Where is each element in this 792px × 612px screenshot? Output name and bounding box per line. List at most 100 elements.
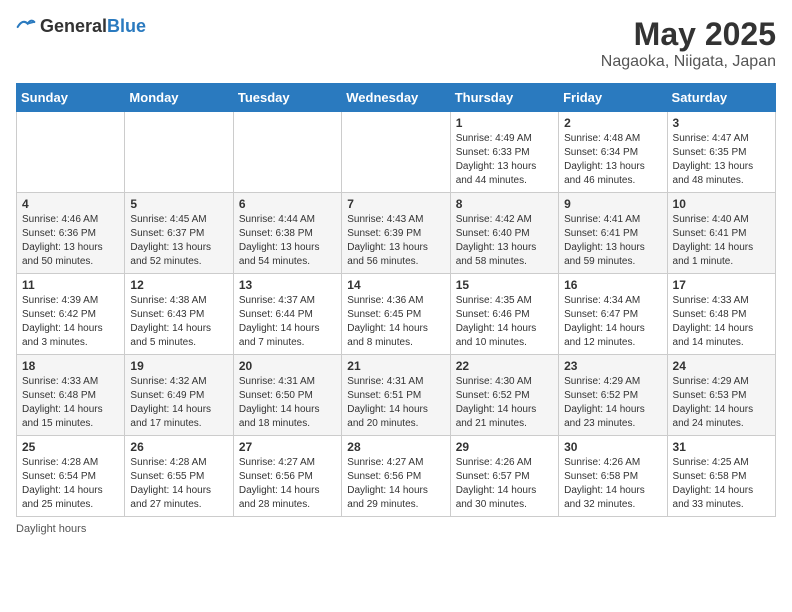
location-title: Nagaoka, Niigata, Japan	[601, 53, 776, 71]
calendar-cell: 21 Sunrise: 4:31 AM Sunset: 6:51 PM Dayli…	[342, 355, 450, 436]
weekday-header-friday: Friday	[559, 84, 667, 112]
day-number: 3	[673, 116, 770, 130]
day-number: 26	[130, 440, 227, 454]
day-info: Sunrise: 4:33 AM Sunset: 6:48 PM Dayligh…	[673, 294, 770, 350]
day-info: Sunrise: 4:26 AM Sunset: 6:58 PM Dayligh…	[564, 456, 661, 512]
day-info: Sunrise: 4:41 AM Sunset: 6:41 PM Dayligh…	[564, 213, 661, 269]
day-info: Sunrise: 4:40 AM Sunset: 6:41 PM Dayligh…	[673, 213, 770, 269]
day-number: 8	[456, 197, 553, 211]
calendar-cell: 2 Sunrise: 4:48 AM Sunset: 6:34 PM Daylig…	[559, 112, 667, 193]
title-block: May 2025 Nagaoka, Niigata, Japan	[601, 16, 776, 71]
day-number: 14	[347, 278, 444, 292]
day-number: 15	[456, 278, 553, 292]
day-info: Sunrise: 4:32 AM Sunset: 6:49 PM Dayligh…	[130, 375, 227, 431]
day-number: 21	[347, 359, 444, 373]
logo-icon	[16, 17, 36, 37]
day-info: Sunrise: 4:29 AM Sunset: 6:52 PM Dayligh…	[564, 375, 661, 431]
calendar-cell: 29Sunrise: 4:26 AM Sunset: 6:57 PM Dayli…	[450, 436, 558, 517]
calendar-cell: 10 Sunrise: 4:40 AM Sunset: 6:41 PM Dayli…	[667, 193, 775, 274]
day-number: 17	[673, 278, 770, 292]
calendar-cell: 28 Sunrise: 4:27 AM Sunset: 6:56 PM Dayli…	[342, 436, 450, 517]
day-info: Sunrise: 4:31 AM Sunset: 6:50 PM Dayligh…	[239, 375, 336, 431]
day-info: Sunrise: 4:39 AM Sunset: 6:42 PM Dayligh…	[22, 294, 119, 350]
day-number: 29	[456, 440, 553, 454]
calendar-cell: 31Sunrise: 4:25 AM Sunset: 6:58 PM Dayli…	[667, 436, 775, 517]
day-info: Sunrise: 4:28 AM Sunset: 6:54 PM Dayligh…	[22, 456, 119, 512]
calendar-week-4: 18 Sunrise: 4:33 AM Sunset: 6:48 PM Dayli…	[17, 355, 776, 436]
day-info: Sunrise: 4:31 AM Sunset: 6:51 PM Dayligh…	[347, 375, 444, 431]
calendar-cell	[233, 112, 341, 193]
day-number: 31	[673, 440, 770, 454]
calendar-week-3: 11 Sunrise: 4:39 AM Sunset: 6:42 PM Dayli…	[17, 274, 776, 355]
calendar-cell: 7Sunrise: 4:43 AM Sunset: 6:39 PM Daylig…	[342, 193, 450, 274]
day-number: 18	[22, 359, 119, 373]
day-info: Sunrise: 4:46 AM Sunset: 6:36 PM Dayligh…	[22, 213, 119, 269]
day-info: Sunrise: 4:38 AM Sunset: 6:43 PM Dayligh…	[130, 294, 227, 350]
day-number: 25	[22, 440, 119, 454]
calendar-cell: 15 Sunrise: 4:35 AM Sunset: 6:46 PM Dayli…	[450, 274, 558, 355]
day-number: 10	[673, 197, 770, 211]
day-number: 11	[22, 278, 119, 292]
calendar-cell: 16 Sunrise: 4:34 AM Sunset: 6:47 PM Dayli…	[559, 274, 667, 355]
logo-general-text: General	[40, 16, 107, 36]
calendar-week-2: 4 Sunrise: 4:46 AM Sunset: 6:36 PM Daylig…	[17, 193, 776, 274]
day-number: 12	[130, 278, 227, 292]
day-info: Sunrise: 4:49 AM Sunset: 6:33 PM Dayligh…	[456, 132, 553, 188]
month-title: May 2025	[601, 16, 776, 53]
calendar-cell: 1 Sunrise: 4:49 AM Sunset: 6:33 PM Daylig…	[450, 112, 558, 193]
day-info: Sunrise: 4:48 AM Sunset: 6:34 PM Dayligh…	[564, 132, 661, 188]
day-info: Sunrise: 4:37 AM Sunset: 6:44 PM Dayligh…	[239, 294, 336, 350]
day-number: 16	[564, 278, 661, 292]
day-number: 2	[564, 116, 661, 130]
day-info: Sunrise: 4:34 AM Sunset: 6:47 PM Dayligh…	[564, 294, 661, 350]
day-number: 7	[347, 197, 444, 211]
calendar-week-1: 1 Sunrise: 4:49 AM Sunset: 6:33 PM Daylig…	[17, 112, 776, 193]
day-info: Sunrise: 4:36 AM Sunset: 6:45 PM Dayligh…	[347, 294, 444, 350]
weekday-header-sunday: Sunday	[17, 84, 125, 112]
day-info: Sunrise: 4:35 AM Sunset: 6:46 PM Dayligh…	[456, 294, 553, 350]
day-info: Sunrise: 4:29 AM Sunset: 6:53 PM Dayligh…	[673, 375, 770, 431]
page-header: GeneralBlue May 2025 Nagaoka, Niigata, J…	[16, 16, 776, 71]
day-info: Sunrise: 4:27 AM Sunset: 6:56 PM Dayligh…	[347, 456, 444, 512]
calendar-week-5: 25 Sunrise: 4:28 AM Sunset: 6:54 PM Dayli…	[17, 436, 776, 517]
calendar-cell: 14 Sunrise: 4:36 AM Sunset: 6:45 PM Dayli…	[342, 274, 450, 355]
calendar-cell: 24 Sunrise: 4:29 AM Sunset: 6:53 PM Dayli…	[667, 355, 775, 436]
calendar-cell: 5Sunrise: 4:45 AM Sunset: 6:37 PM Daylig…	[125, 193, 233, 274]
calendar-cell: 8 Sunrise: 4:42 AM Sunset: 6:40 PM Daylig…	[450, 193, 558, 274]
day-info: Sunrise: 4:33 AM Sunset: 6:48 PM Dayligh…	[22, 375, 119, 431]
calendar-cell: 27Sunrise: 4:27 AM Sunset: 6:56 PM Dayli…	[233, 436, 341, 517]
logo: GeneralBlue	[16, 16, 146, 37]
weekday-header-thursday: Thursday	[450, 84, 558, 112]
calendar-table: SundayMondayTuesdayWednesdayThursdayFrid…	[16, 83, 776, 517]
calendar-cell: 12 Sunrise: 4:38 AM Sunset: 6:43 PM Dayli…	[125, 274, 233, 355]
day-info: Sunrise: 4:44 AM Sunset: 6:38 PM Dayligh…	[239, 213, 336, 269]
calendar-cell: 18 Sunrise: 4:33 AM Sunset: 6:48 PM Dayli…	[17, 355, 125, 436]
day-info: Sunrise: 4:47 AM Sunset: 6:35 PM Dayligh…	[673, 132, 770, 188]
calendar-cell: 13 Sunrise: 4:37 AM Sunset: 6:44 PM Dayli…	[233, 274, 341, 355]
day-info: Sunrise: 4:42 AM Sunset: 6:40 PM Dayligh…	[456, 213, 553, 269]
day-number: 19	[130, 359, 227, 373]
day-number: 22	[456, 359, 553, 373]
logo-blue-text: Blue	[107, 16, 146, 36]
day-info: Sunrise: 4:28 AM Sunset: 6:55 PM Dayligh…	[130, 456, 227, 512]
day-number: 4	[22, 197, 119, 211]
calendar-cell: 25 Sunrise: 4:28 AM Sunset: 6:54 PM Dayli…	[17, 436, 125, 517]
day-info: Sunrise: 4:30 AM Sunset: 6:52 PM Dayligh…	[456, 375, 553, 431]
footer-note: Daylight hours	[16, 523, 776, 535]
calendar-cell: 30 Sunrise: 4:26 AM Sunset: 6:58 PM Dayli…	[559, 436, 667, 517]
day-number: 5	[130, 197, 227, 211]
calendar-cell	[125, 112, 233, 193]
day-number: 30	[564, 440, 661, 454]
calendar-cell: 17 Sunrise: 4:33 AM Sunset: 6:48 PM Dayli…	[667, 274, 775, 355]
day-number: 28	[347, 440, 444, 454]
calendar-cell	[17, 112, 125, 193]
day-number: 13	[239, 278, 336, 292]
calendar-cell: 22 Sunrise: 4:30 AM Sunset: 6:52 PM Dayli…	[450, 355, 558, 436]
calendar-cell: 19 Sunrise: 4:32 AM Sunset: 6:49 PM Dayli…	[125, 355, 233, 436]
calendar-cell	[342, 112, 450, 193]
calendar-cell: 6Sunrise: 4:44 AM Sunset: 6:38 PM Daylig…	[233, 193, 341, 274]
day-number: 1	[456, 116, 553, 130]
weekday-header-tuesday: Tuesday	[233, 84, 341, 112]
day-number: 27	[239, 440, 336, 454]
day-number: 24	[673, 359, 770, 373]
